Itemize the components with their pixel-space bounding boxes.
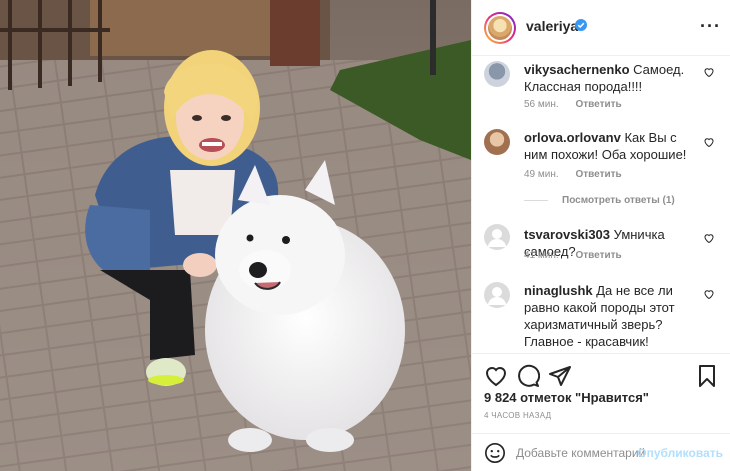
view-replies-button[interactable]: Посмотреть ответы (1) (524, 195, 675, 206)
comment-like-icon[interactable] (703, 288, 715, 300)
comments-list[interactable]: vikysachernenko Самоед. Классная порода!… (472, 57, 730, 353)
reply-button[interactable]: Ответить (575, 99, 621, 110)
author-avatar[interactable] (484, 12, 516, 44)
comment-like-icon[interactable] (703, 232, 715, 244)
comment-like-icon[interactable] (703, 66, 715, 78)
comment-input[interactable] (516, 442, 646, 464)
comment-time: 49 мин. (524, 169, 559, 180)
share-send-icon[interactable] (548, 364, 572, 388)
reply-button[interactable]: Ответить (575, 250, 621, 261)
comment-time: 41 мин. (524, 250, 559, 261)
comment-time: 56 мин. (524, 99, 559, 110)
comment-username[interactable]: vikysachernenko (524, 62, 630, 77)
more-options-icon[interactable]: ··· (700, 16, 721, 37)
author-username[interactable]: valeriya (526, 18, 578, 34)
post-side-panel: valeriya ··· vikysachernenko Самоед. Кла… (471, 0, 730, 471)
publish-button[interactable]: Опубликовать (637, 446, 723, 460)
photo-illustration (0, 0, 471, 471)
like-heart-icon[interactable] (484, 364, 508, 388)
emoji-icon[interactable] (484, 442, 506, 464)
add-comment-bar: Опубликовать (472, 433, 730, 471)
verified-badge-icon (575, 19, 587, 31)
reply-button[interactable]: Ответить (575, 169, 621, 180)
likes-count[interactable]: 9 824 отметок "Нравится" (484, 390, 649, 405)
post-header: valeriya ··· (472, 0, 730, 56)
save-bookmark-icon[interactable] (695, 364, 719, 388)
default-avatar-icon (488, 287, 506, 305)
comment-username[interactable]: ninaglushk (524, 283, 593, 298)
comment-username[interactable]: tsvarovski303 (524, 227, 610, 242)
comment-username[interactable]: orlova.orlovanv (524, 130, 621, 145)
post-timestamp[interactable]: 4 ЧАСОВ НАЗАД (484, 411, 551, 420)
commenter-avatar[interactable] (484, 61, 510, 87)
post-photo[interactable] (0, 0, 471, 471)
comment-like-icon[interactable] (703, 136, 715, 148)
post-actions: 9 824 отметок "Нравится" 4 ЧАСОВ НАЗАД (472, 353, 730, 433)
comment-bubble-icon[interactable] (516, 364, 540, 388)
default-avatar-icon (488, 229, 506, 247)
commenter-avatar[interactable] (484, 129, 510, 155)
commenter-avatar[interactable] (484, 224, 510, 250)
commenter-avatar[interactable] (484, 282, 510, 308)
